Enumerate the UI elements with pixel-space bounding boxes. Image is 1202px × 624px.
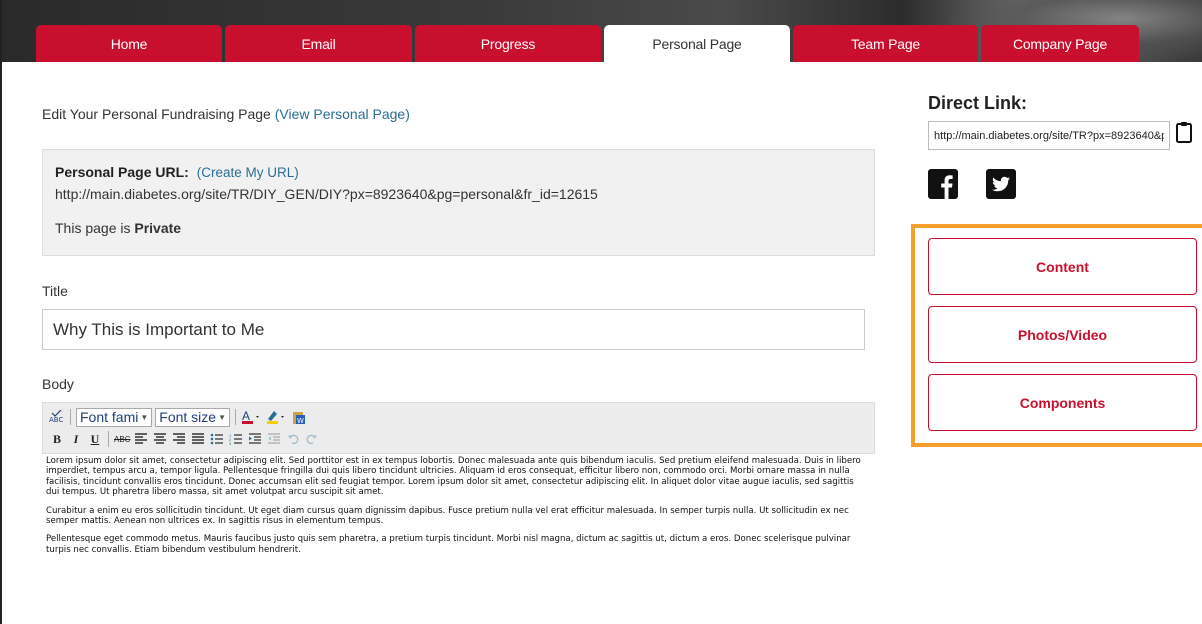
toolbar-separator: [108, 431, 109, 447]
toolbar-separator: [235, 409, 237, 425]
highlight-icon[interactable]: [266, 408, 288, 426]
body-label: Body: [42, 376, 74, 392]
view-personal-page-link[interactable]: (View Personal Page): [275, 106, 410, 122]
title-label: Title: [42, 283, 68, 299]
tab-company-page[interactable]: Company Page: [981, 25, 1139, 62]
body-paragraph: Pellentesque eget commodo metus. Mauris …: [46, 534, 851, 555]
font-size-value: Font size: [159, 409, 217, 425]
svg-text:3: 3: [229, 441, 232, 445]
redo-icon[interactable]: [304, 430, 320, 448]
svg-text:W: W: [297, 417, 304, 425]
font-family-value: Font fami: [80, 409, 139, 425]
tab-progress[interactable]: Progress: [415, 25, 601, 62]
editor-toolbar: ABC Font fami ▼ Font size ▼ A W B I U ABC: [42, 402, 875, 454]
italic-icon[interactable]: I: [68, 430, 84, 448]
privacy-value: Private: [134, 220, 182, 236]
bullet-list-icon[interactable]: [209, 430, 225, 448]
main-tabs: Home Email Progress Personal Page Team P…: [36, 25, 1139, 62]
create-my-url-link[interactable]: (Create My URL): [197, 165, 299, 180]
facebook-icon[interactable]: [928, 169, 958, 199]
align-justify-icon[interactable]: [190, 430, 206, 448]
svg-text:A: A: [242, 409, 250, 423]
body-paragraph: Lorem ipsum dolor sit amet, consectetur …: [46, 456, 861, 498]
title-input[interactable]: [42, 309, 865, 350]
body-editor-content[interactable]: Lorem ipsum dolor sit amet, consectetur …: [42, 456, 875, 563]
twitter-icon[interactable]: [986, 169, 1016, 199]
photos-video-button[interactable]: Photos/Video: [928, 306, 1197, 363]
page-heading: Edit Your Personal Fundraising Page (Vie…: [42, 106, 410, 122]
font-size-select[interactable]: Font size ▼: [155, 407, 231, 427]
underline-icon[interactable]: U: [87, 430, 103, 448]
direct-link-title: Direct Link:: [928, 93, 1028, 113]
content-button[interactable]: Content: [928, 238, 1197, 295]
svg-text:ABC: ABC: [49, 416, 63, 424]
undo-icon[interactable]: [285, 430, 301, 448]
align-right-icon[interactable]: [171, 430, 187, 448]
privacy-status: This page is Private: [55, 220, 862, 236]
paste-word-icon[interactable]: W: [291, 408, 307, 426]
spellcheck-icon[interactable]: ABC: [49, 408, 65, 426]
clipboard-icon[interactable]: [1174, 120, 1194, 144]
privacy-prefix: This page is: [55, 220, 131, 236]
outdent-icon[interactable]: [266, 430, 282, 448]
toolbar-separator: [70, 409, 71, 425]
indent-icon[interactable]: [247, 430, 263, 448]
chevron-down-icon: ▼: [140, 412, 149, 422]
tab-personal-page[interactable]: Personal Page: [604, 25, 790, 62]
personal-url-label: Personal Page URL:: [55, 164, 189, 180]
tab-home[interactable]: Home: [36, 25, 222, 62]
strikethrough-icon[interactable]: ABC: [114, 430, 130, 448]
page-heading-text: Edit Your Personal Fundraising Page: [42, 106, 271, 122]
body-paragraph: Curabitur a enim eu eros sollicitudin ti…: [46, 505, 849, 527]
tab-email[interactable]: Email: [225, 25, 412, 62]
bold-icon[interactable]: B: [49, 430, 65, 448]
font-family-select[interactable]: Font fami ▼: [76, 407, 153, 427]
chevron-down-icon: ▼: [218, 412, 227, 422]
align-center-icon[interactable]: [152, 430, 168, 448]
tab-team-page[interactable]: Team Page: [793, 25, 978, 62]
components-button[interactable]: Components: [928, 374, 1197, 431]
font-color-icon[interactable]: A: [241, 408, 263, 426]
align-left-icon[interactable]: [133, 430, 149, 448]
personal-url-box: Personal Page URL: (Create My URL) http:…: [42, 149, 875, 256]
direct-link-input[interactable]: [928, 121, 1170, 150]
numbered-list-icon[interactable]: 123: [228, 430, 244, 448]
personal-url-value: http://main.diabetes.org/site/TR/DIY_GEN…: [55, 186, 598, 202]
